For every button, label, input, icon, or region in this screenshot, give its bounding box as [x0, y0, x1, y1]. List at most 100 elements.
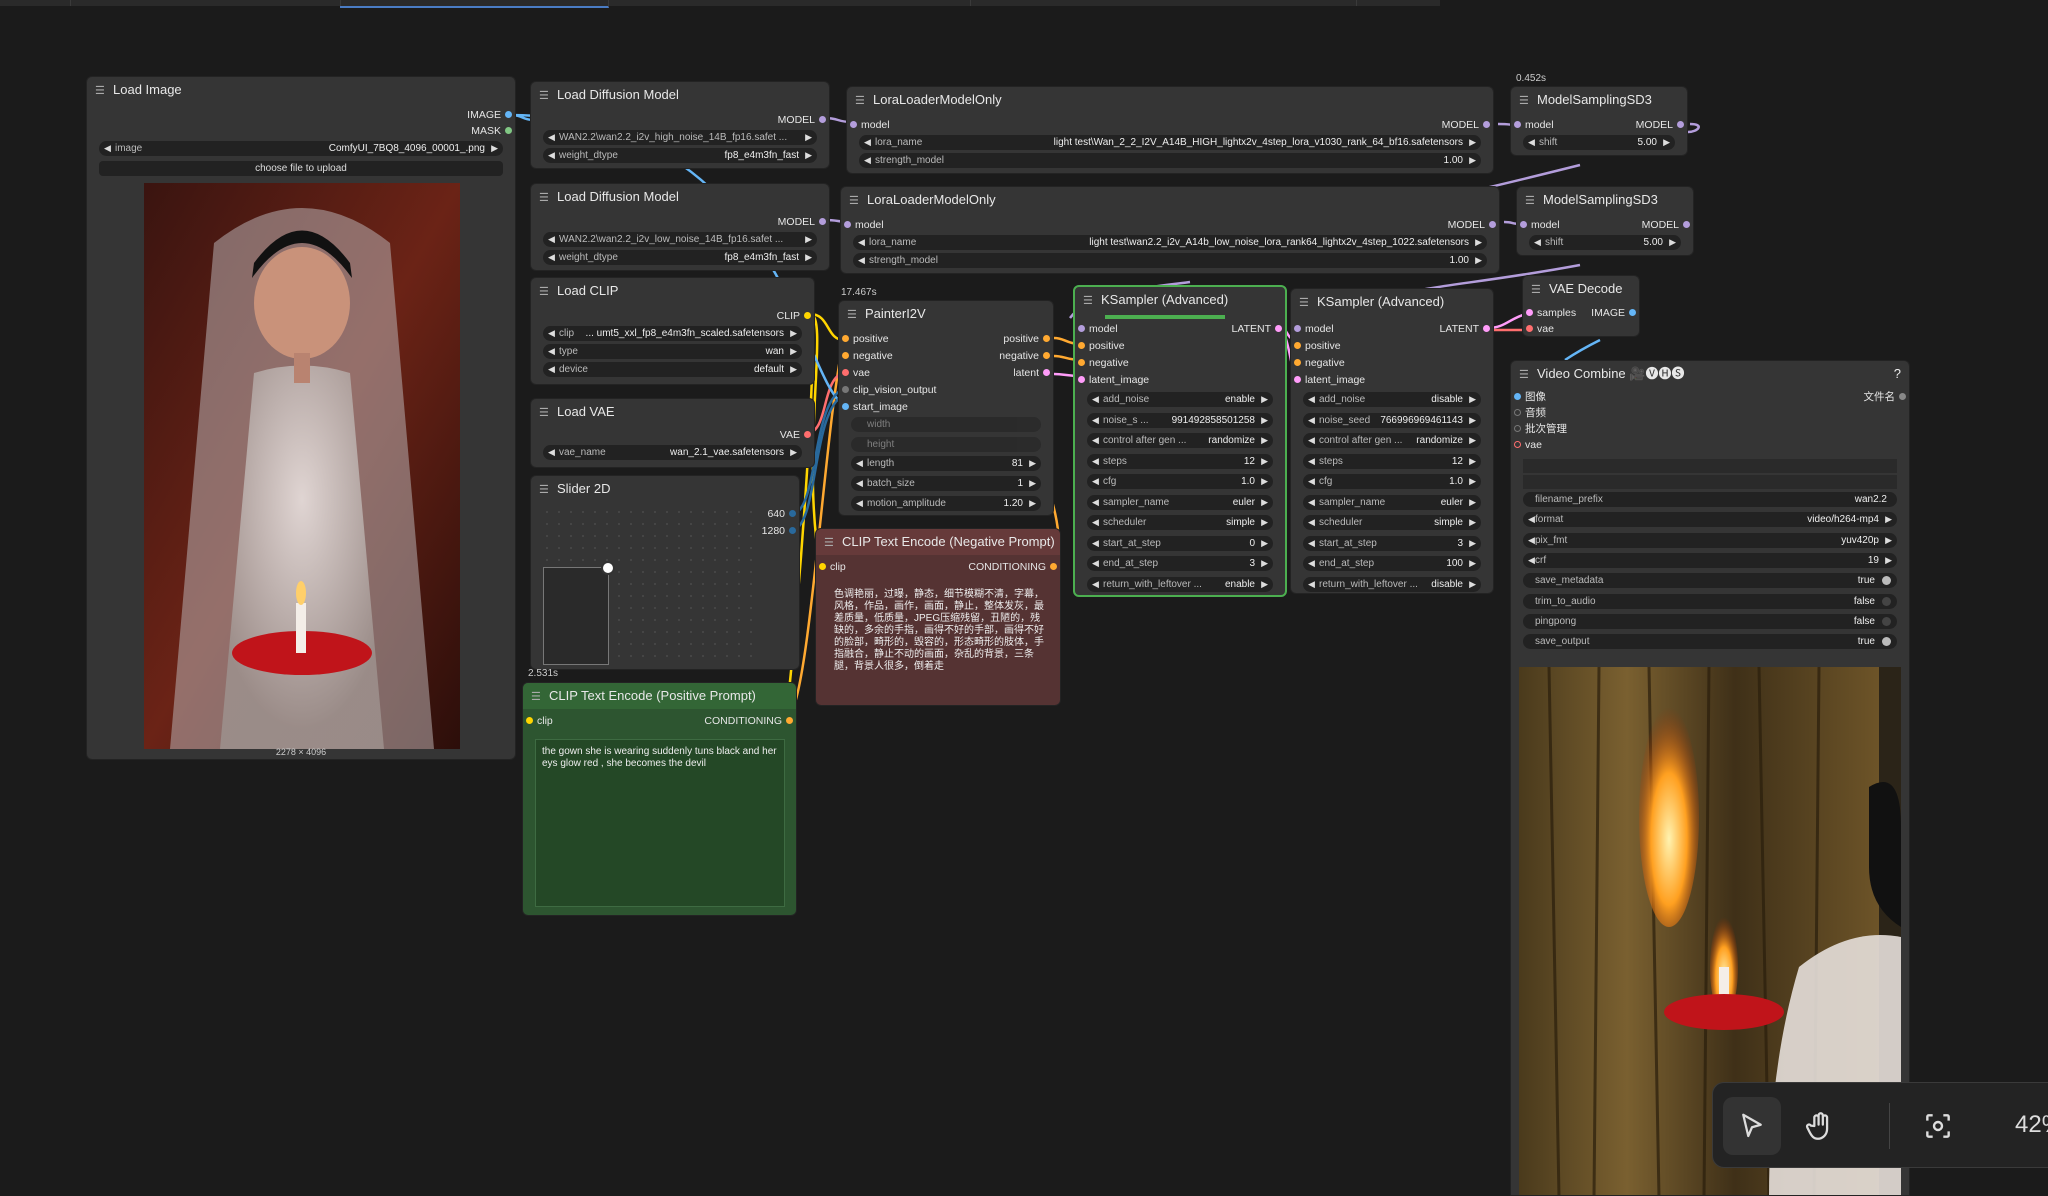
- input-clip[interactable]: clip CONDITIONING: [816, 559, 1060, 575]
- widget-6[interactable]: ◀ scheduler simple ▶: [1303, 515, 1481, 530]
- arrow-right-icon[interactable]: ▶: [1261, 433, 1268, 448]
- arrow-left-icon[interactable]: ◀: [1092, 536, 1099, 551]
- output-model[interactable]: MODEL: [531, 214, 829, 230]
- arrow-left-icon[interactable]: ◀: [1528, 553, 1535, 568]
- arrow-right-icon[interactable]: ▶: [1261, 474, 1268, 489]
- node-lora-loader-high[interactable]: ☰ LoraLoaderModelOnly model MODEL ◀ lora_na…: [846, 86, 1494, 174]
- input-slot-icon[interactable]: [1520, 221, 1527, 228]
- arrow-left-icon[interactable]: ◀: [104, 141, 111, 156]
- arrow-right-icon[interactable]: ▶: [1261, 454, 1268, 469]
- arrow-right-icon[interactable]: ▶: [805, 148, 812, 163]
- slot-negative[interactable]: negative negative: [839, 348, 1053, 364]
- arrow-left-icon[interactable]: ◀: [1528, 135, 1535, 150]
- output-mask[interactable]: MASK: [87, 123, 515, 139]
- arrow-left-icon[interactable]: ◀: [1308, 433, 1315, 448]
- tab[interactable]: [0, 0, 71, 6]
- arrow-left-icon[interactable]: ◀: [548, 445, 555, 460]
- widget-1[interactable]: ◀ noise_s ... 991492858501258 ▶: [1087, 412, 1273, 428]
- output-slot-icon[interactable]: [505, 111, 512, 118]
- unet-name-combo[interactable]: ◀ WAN2.2\wan2.2_i2v_low_noise_14B_fp16.sa…: [543, 232, 817, 247]
- widget-2[interactable]: ◀ control after gen ... randomize ▶: [1087, 433, 1273, 448]
- arrow-left-icon[interactable]: ◀: [1308, 495, 1315, 510]
- arrow-right-icon[interactable]: ▶: [790, 344, 797, 359]
- slot-images[interactable]: 图像 文件名: [1511, 389, 1909, 405]
- slot-model[interactable]: model MODEL: [1517, 217, 1693, 233]
- device-combo[interactable]: ◀ device default ▶: [543, 362, 802, 377]
- arrow-right-icon[interactable]: ▶: [1469, 433, 1476, 448]
- arrow-left-icon[interactable]: ◀: [856, 496, 863, 511]
- output-slot-icon[interactable]: [1683, 221, 1690, 228]
- node-title[interactable]: ☰ Load Image: [87, 77, 515, 103]
- menu-icon[interactable]: ☰: [539, 185, 549, 211]
- slot-latent-image[interactable]: latent_image: [1075, 372, 1285, 388]
- toggle-knob[interactable]: [1882, 616, 1891, 626]
- arrow-right-icon[interactable]: ▶: [491, 141, 498, 156]
- arrow-right-icon[interactable]: ▶: [1469, 474, 1476, 489]
- arrow-right-icon[interactable]: ▶: [1469, 577, 1476, 592]
- slot-vae[interactable]: vae: [1523, 321, 1639, 336]
- arrow-left-icon[interactable]: ◀: [548, 232, 555, 247]
- node-title[interactable]: ☰ LoraLoaderModelOnly: [847, 87, 1493, 113]
- width-widget[interactable]: width: [851, 417, 1041, 432]
- node-load-clip[interactable]: ☰ Load CLIP CLIP ◀ clip... umt5_xxl_fp8_e4…: [530, 277, 815, 385]
- input-clip[interactable]: clip CONDITIONING: [523, 713, 796, 729]
- menu-icon[interactable]: ☰: [539, 477, 549, 503]
- arrow-left-icon[interactable]: ◀: [856, 476, 863, 491]
- arrow-left-icon[interactable]: ◀: [548, 130, 555, 145]
- motion-amplitude-widget[interactable]: ◀ motion_amplitude 1.20 ▶: [851, 496, 1041, 511]
- tab[interactable]: [70, 0, 341, 6]
- input-slot-icon[interactable]: [1294, 325, 1301, 332]
- menu-icon[interactable]: ☰: [1299, 290, 1309, 316]
- output-slot-icon[interactable]: [1677, 121, 1684, 128]
- arrow-right-icon[interactable]: ▶: [1669, 235, 1676, 250]
- toggle-knob[interactable]: [1882, 596, 1891, 606]
- node-title[interactable]: ☰ ModelSamplingSD3: [1511, 87, 1687, 113]
- pan-tool-button[interactable]: [1791, 1097, 1849, 1155]
- slot-positive[interactable]: positive: [1291, 338, 1493, 354]
- arrow-left-icon[interactable]: ◀: [1528, 533, 1535, 548]
- node-title[interactable]: ☰ VAE Decode: [1523, 276, 1639, 302]
- widget-4[interactable]: ◀ cfg 1.0 ▶: [1303, 474, 1481, 489]
- weight-dtype-combo[interactable]: ◀ weight_dtype fp8_e4m3fn_fast ▶: [543, 250, 817, 265]
- menu-icon[interactable]: ☰: [1531, 277, 1541, 303]
- node-model-sampling-sd3-low[interactable]: ☰ ModelSamplingSD3 model MODEL ◀ shift 5.00 ▶: [1516, 186, 1694, 256]
- select-tool-button[interactable]: [1723, 1097, 1781, 1155]
- arrow-right-icon[interactable]: ▶: [1885, 553, 1892, 568]
- widget-6[interactable]: ◀ scheduler simple ▶: [1087, 515, 1273, 530]
- arrow-right-icon[interactable]: ▶: [1469, 515, 1476, 530]
- arrow-right-icon[interactable]: ▶: [790, 362, 797, 377]
- slot-positive[interactable]: positive: [1075, 338, 1285, 354]
- arrow-right-icon[interactable]: ▶: [1261, 556, 1268, 571]
- input-slot-icon[interactable]: [1514, 121, 1521, 128]
- node-ksampler-advanced-high[interactable]: ☰ KSampler (Advanced) model LATENT positiv…: [1073, 285, 1287, 597]
- input-slot-icon[interactable]: [1526, 325, 1533, 332]
- clip-type-combo[interactable]: ◀ type wan ▶: [543, 344, 802, 359]
- node-video-combine[interactable]: ☰ Video Combine 🎥🅥🅗🅢? 图像 文件名 音频 批次管理 vae f…: [1510, 360, 1910, 1196]
- node-load-diffusion-model-high[interactable]: ☰ Load Diffusion Model MODEL ◀ WAN2.2\wan2…: [530, 81, 830, 169]
- node-title[interactable]: ☰ Slider 2D: [531, 476, 799, 502]
- arrow-right-icon[interactable]: ▶: [1885, 533, 1892, 548]
- input-slot-icon[interactable]: [1294, 359, 1301, 366]
- arrow-left-icon[interactable]: ◀: [1308, 392, 1315, 407]
- input-slot-icon[interactable]: [844, 221, 851, 228]
- menu-icon[interactable]: ☰: [1519, 362, 1529, 388]
- menu-icon[interactable]: ☰: [1519, 88, 1529, 114]
- arrow-left-icon[interactable]: ◀: [1092, 433, 1099, 448]
- arrow-left-icon[interactable]: ◀: [548, 344, 555, 359]
- slot-vae[interactable]: vae latent: [839, 365, 1053, 381]
- output-slot-icon[interactable]: [1043, 352, 1050, 359]
- tab-active[interactable]: [340, 0, 609, 8]
- vc-widget-3[interactable]: ◀ ▶ crf 19: [1523, 552, 1897, 568]
- menu-icon[interactable]: ☰: [1525, 188, 1535, 214]
- arrow-right-icon[interactable]: ▶: [1475, 253, 1482, 268]
- menu-icon[interactable]: ☰: [847, 302, 857, 328]
- arrow-left-icon[interactable]: ◀: [1308, 536, 1315, 551]
- arrow-left-icon[interactable]: ◀: [1092, 392, 1099, 407]
- output-slot-icon[interactable]: [1043, 335, 1050, 342]
- arrow-left-icon[interactable]: ◀: [1534, 235, 1541, 250]
- node-model-sampling-sd3-high[interactable]: ☰ ModelSamplingSD3 model MODEL ◀ shift 5.00 ▶: [1510, 86, 1688, 156]
- node-title[interactable]: ☰ KSampler (Advanced): [1291, 289, 1493, 315]
- node-title[interactable]: ☰ CLIP Text Encode (Positive Prompt): [523, 683, 796, 709]
- arrow-left-icon[interactable]: ◀: [858, 235, 865, 250]
- arrow-right-icon[interactable]: ▶: [1469, 495, 1476, 510]
